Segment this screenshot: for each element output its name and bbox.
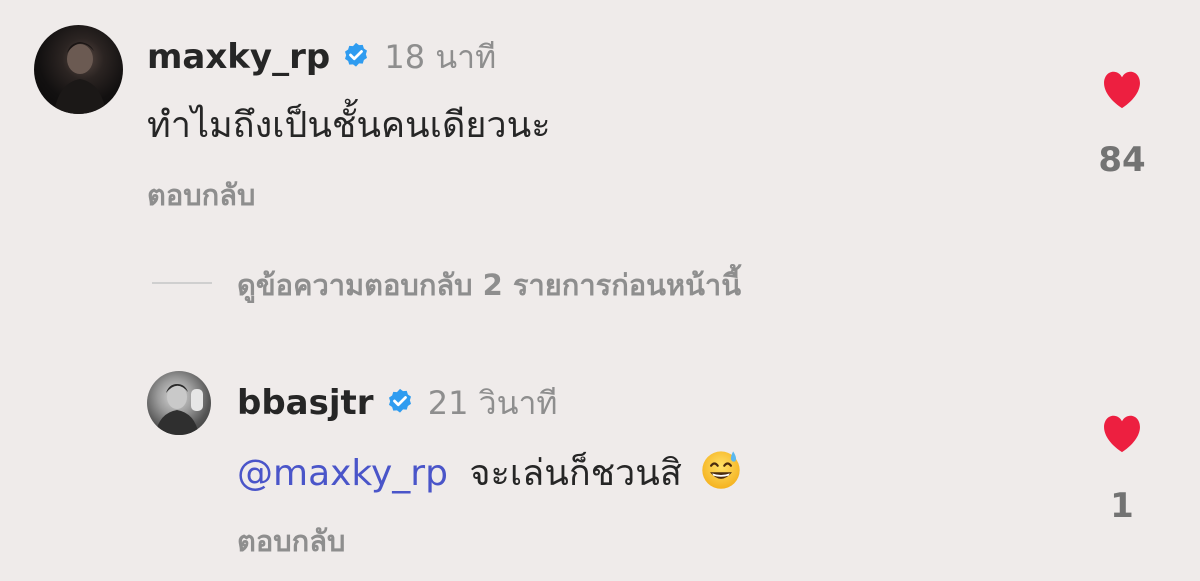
username[interactable]: bbasjtr bbox=[237, 383, 374, 423]
verified-badge-icon bbox=[388, 388, 411, 413]
reply-button[interactable]: ตอบกลับ bbox=[237, 518, 345, 564]
profile-photo bbox=[155, 384, 203, 435]
reply-button[interactable]: ตอบกลับ bbox=[147, 172, 255, 218]
heart-icon[interactable] bbox=[1100, 414, 1144, 454]
timestamp: 18 นาที bbox=[384, 38, 497, 76]
reply-header: bbasjtr 21 วินาที bbox=[237, 378, 558, 429]
reply-body: จะเล่นก็ชวนสิ bbox=[469, 453, 682, 494]
like-count: 1 bbox=[1110, 486, 1134, 526]
like-count: 84 bbox=[1098, 140, 1146, 180]
timestamp: 21 วินาที bbox=[427, 384, 558, 422]
divider bbox=[152, 282, 212, 284]
mention-link[interactable]: @maxky_rp bbox=[237, 453, 448, 494]
profile-photo bbox=[54, 42, 106, 114]
avatar[interactable] bbox=[34, 25, 123, 114]
username[interactable]: maxky_rp bbox=[147, 37, 330, 77]
verified-badge-icon bbox=[345, 42, 368, 67]
avatar[interactable] bbox=[147, 371, 211, 435]
view-replies-button[interactable]: ดูข้อความตอบกลับ 2 รายการก่อนหน้านี้ bbox=[237, 262, 741, 308]
reply-text: @maxky_rp จะเล่นก็ชวนสิ bbox=[237, 444, 743, 501]
grinning-face-with-sweat-icon bbox=[702, 451, 741, 489]
comment-text: ทำไมถึงเป็นชั้นคนเดียวนะ bbox=[147, 105, 551, 146]
heart-icon[interactable] bbox=[1100, 70, 1144, 110]
comment-header: maxky_rp 18 นาที bbox=[147, 32, 496, 83]
